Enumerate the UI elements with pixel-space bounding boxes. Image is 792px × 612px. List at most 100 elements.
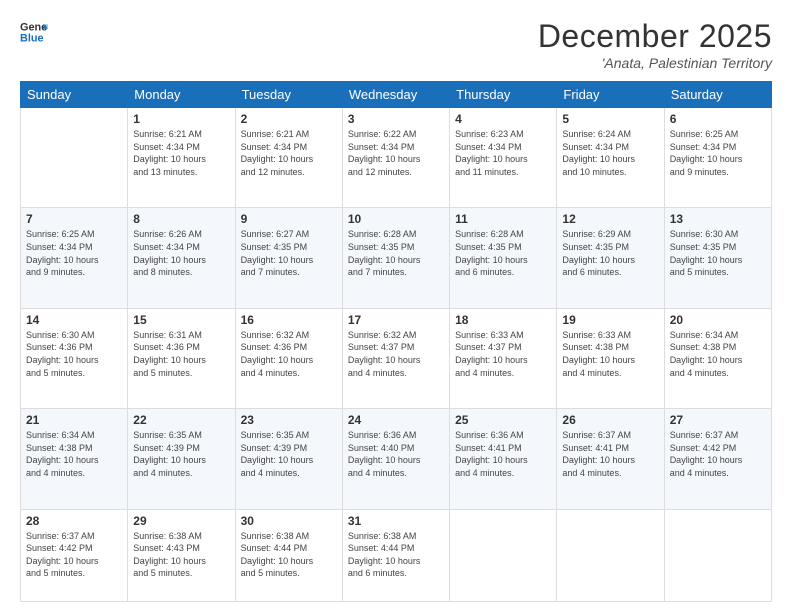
- day-number: 24: [348, 413, 444, 427]
- col-friday: Friday: [557, 82, 664, 108]
- day-number: 9: [241, 212, 337, 226]
- table-row: 5 Sunrise: 6:24 AM Sunset: 4:34 PM Daylig…: [557, 108, 664, 208]
- day-info: Sunrise: 6:37 AM Sunset: 4:42 PM Dayligh…: [670, 429, 766, 479]
- day-number: 28: [26, 514, 122, 528]
- table-row: [21, 108, 128, 208]
- calendar-week-row: 14 Sunrise: 6:30 AM Sunset: 4:36 PM Dayli…: [21, 308, 772, 408]
- table-row: [664, 509, 771, 601]
- main-title: December 2025: [538, 18, 772, 55]
- day-info: Sunrise: 6:35 AM Sunset: 4:39 PM Dayligh…: [241, 429, 337, 479]
- day-number: 18: [455, 313, 551, 327]
- table-row: 27 Sunrise: 6:37 AM Sunset: 4:42 PM Dayli…: [664, 409, 771, 509]
- day-info: Sunrise: 6:37 AM Sunset: 4:41 PM Dayligh…: [562, 429, 658, 479]
- day-info: Sunrise: 6:26 AM Sunset: 4:34 PM Dayligh…: [133, 228, 229, 278]
- table-row: 17 Sunrise: 6:32 AM Sunset: 4:37 PM Dayli…: [342, 308, 449, 408]
- col-saturday: Saturday: [664, 82, 771, 108]
- day-number: 25: [455, 413, 551, 427]
- table-row: 24 Sunrise: 6:36 AM Sunset: 4:40 PM Dayli…: [342, 409, 449, 509]
- day-number: 5: [562, 112, 658, 126]
- day-number: 16: [241, 313, 337, 327]
- calendar-table: Sunday Monday Tuesday Wednesday Thursday…: [20, 81, 772, 602]
- day-info: Sunrise: 6:31 AM Sunset: 4:36 PM Dayligh…: [133, 329, 229, 379]
- day-info: Sunrise: 6:28 AM Sunset: 4:35 PM Dayligh…: [348, 228, 444, 278]
- header: General Blue December 2025 'Anata, Pales…: [20, 18, 772, 71]
- table-row: 14 Sunrise: 6:30 AM Sunset: 4:36 PM Dayli…: [21, 308, 128, 408]
- day-number: 8: [133, 212, 229, 226]
- table-row: 31 Sunrise: 6:38 AM Sunset: 4:44 PM Dayli…: [342, 509, 449, 601]
- col-wednesday: Wednesday: [342, 82, 449, 108]
- col-thursday: Thursday: [450, 82, 557, 108]
- day-info: Sunrise: 6:23 AM Sunset: 4:34 PM Dayligh…: [455, 128, 551, 178]
- day-number: 27: [670, 413, 766, 427]
- day-info: Sunrise: 6:25 AM Sunset: 4:34 PM Dayligh…: [26, 228, 122, 278]
- day-number: 4: [455, 112, 551, 126]
- table-row: 20Sunrise: 6:34 AM Sunset: 4:38 PM Dayli…: [664, 308, 771, 408]
- table-row: 6Sunrise: 6:25 AM Sunset: 4:34 PM Daylig…: [664, 108, 771, 208]
- day-info: Sunrise: 6:35 AM Sunset: 4:39 PM Dayligh…: [133, 429, 229, 479]
- table-row: 21Sunrise: 6:34 AM Sunset: 4:38 PM Dayli…: [21, 409, 128, 509]
- day-number: 22: [133, 413, 229, 427]
- table-row: 4 Sunrise: 6:23 AM Sunset: 4:34 PM Daylig…: [450, 108, 557, 208]
- table-row: 19 Sunrise: 6:33 AM Sunset: 4:38 PM Dayli…: [557, 308, 664, 408]
- table-row: 23 Sunrise: 6:35 AM Sunset: 4:39 PM Dayli…: [235, 409, 342, 509]
- table-row: 3 Sunrise: 6:22 AM Sunset: 4:34 PM Daylig…: [342, 108, 449, 208]
- day-info: Sunrise: 6:21 AM Sunset: 4:34 PM Dayligh…: [133, 128, 229, 178]
- day-number: 21: [26, 413, 122, 427]
- col-tuesday: Tuesday: [235, 82, 342, 108]
- day-number: 19: [562, 313, 658, 327]
- day-number: 6: [670, 112, 766, 126]
- day-info: Sunrise: 6:33 AM Sunset: 4:37 PM Dayligh…: [455, 329, 551, 379]
- day-number: 23: [241, 413, 337, 427]
- day-number: 31: [348, 514, 444, 528]
- day-number: 17: [348, 313, 444, 327]
- day-info: Sunrise: 6:36 AM Sunset: 4:40 PM Dayligh…: [348, 429, 444, 479]
- table-row: 28Sunrise: 6:37 AM Sunset: 4:42 PM Dayli…: [21, 509, 128, 601]
- calendar-week-row: 7 Sunrise: 6:25 AM Sunset: 4:34 PM Daylig…: [21, 208, 772, 308]
- table-row: 22 Sunrise: 6:35 AM Sunset: 4:39 PM Dayli…: [128, 409, 235, 509]
- day-number: 3: [348, 112, 444, 126]
- table-row: 16 Sunrise: 6:32 AM Sunset: 4:36 PM Dayli…: [235, 308, 342, 408]
- table-row: 26 Sunrise: 6:37 AM Sunset: 4:41 PM Dayli…: [557, 409, 664, 509]
- table-row: 1Sunrise: 6:21 AM Sunset: 4:34 PM Daylig…: [128, 108, 235, 208]
- day-info: Sunrise: 6:38 AM Sunset: 4:44 PM Dayligh…: [241, 530, 337, 580]
- day-number: 15: [133, 313, 229, 327]
- logo: General Blue: [20, 18, 48, 46]
- day-info: Sunrise: 6:36 AM Sunset: 4:41 PM Dayligh…: [455, 429, 551, 479]
- table-row: 30 Sunrise: 6:38 AM Sunset: 4:44 PM Dayli…: [235, 509, 342, 601]
- col-sunday: Sunday: [21, 82, 128, 108]
- table-row: [450, 509, 557, 601]
- day-info: Sunrise: 6:32 AM Sunset: 4:36 PM Dayligh…: [241, 329, 337, 379]
- day-number: 30: [241, 514, 337, 528]
- day-info: Sunrise: 6:30 AM Sunset: 4:36 PM Dayligh…: [26, 329, 122, 379]
- table-row: 9 Sunrise: 6:27 AM Sunset: 4:35 PM Daylig…: [235, 208, 342, 308]
- table-row: 15 Sunrise: 6:31 AM Sunset: 4:36 PM Dayli…: [128, 308, 235, 408]
- day-info: Sunrise: 6:28 AM Sunset: 4:35 PM Dayligh…: [455, 228, 551, 278]
- svg-text:Blue: Blue: [20, 32, 44, 44]
- day-info: Sunrise: 6:22 AM Sunset: 4:34 PM Dayligh…: [348, 128, 444, 178]
- day-info: Sunrise: 6:32 AM Sunset: 4:37 PM Dayligh…: [348, 329, 444, 379]
- day-number: 14: [26, 313, 122, 327]
- table-row: 8 Sunrise: 6:26 AM Sunset: 4:34 PM Daylig…: [128, 208, 235, 308]
- day-number: 20: [670, 313, 766, 327]
- table-row: 18 Sunrise: 6:33 AM Sunset: 4:37 PM Dayli…: [450, 308, 557, 408]
- calendar-week-row: 28Sunrise: 6:37 AM Sunset: 4:42 PM Dayli…: [21, 509, 772, 601]
- day-info: Sunrise: 6:24 AM Sunset: 4:34 PM Dayligh…: [562, 128, 658, 178]
- day-number: 7: [26, 212, 122, 226]
- day-info: Sunrise: 6:38 AM Sunset: 4:44 PM Dayligh…: [348, 530, 444, 580]
- day-number: 29: [133, 514, 229, 528]
- day-info: Sunrise: 6:21 AM Sunset: 4:34 PM Dayligh…: [241, 128, 337, 178]
- day-number: 12: [562, 212, 658, 226]
- day-info: Sunrise: 6:30 AM Sunset: 4:35 PM Dayligh…: [670, 228, 766, 278]
- table-row: 11Sunrise: 6:28 AM Sunset: 4:35 PM Dayli…: [450, 208, 557, 308]
- day-info: Sunrise: 6:27 AM Sunset: 4:35 PM Dayligh…: [241, 228, 337, 278]
- day-number: 13: [670, 212, 766, 226]
- table-row: 2 Sunrise: 6:21 AM Sunset: 4:34 PM Daylig…: [235, 108, 342, 208]
- calendar-week-row: 21Sunrise: 6:34 AM Sunset: 4:38 PM Dayli…: [21, 409, 772, 509]
- subtitle: 'Anata, Palestinian Territory: [538, 55, 772, 71]
- table-row: 7 Sunrise: 6:25 AM Sunset: 4:34 PM Daylig…: [21, 208, 128, 308]
- day-info: Sunrise: 6:33 AM Sunset: 4:38 PM Dayligh…: [562, 329, 658, 379]
- day-number: 26: [562, 413, 658, 427]
- day-number: 2: [241, 112, 337, 126]
- table-row: 10Sunrise: 6:28 AM Sunset: 4:35 PM Dayli…: [342, 208, 449, 308]
- page: General Blue December 2025 'Anata, Pales…: [0, 0, 792, 612]
